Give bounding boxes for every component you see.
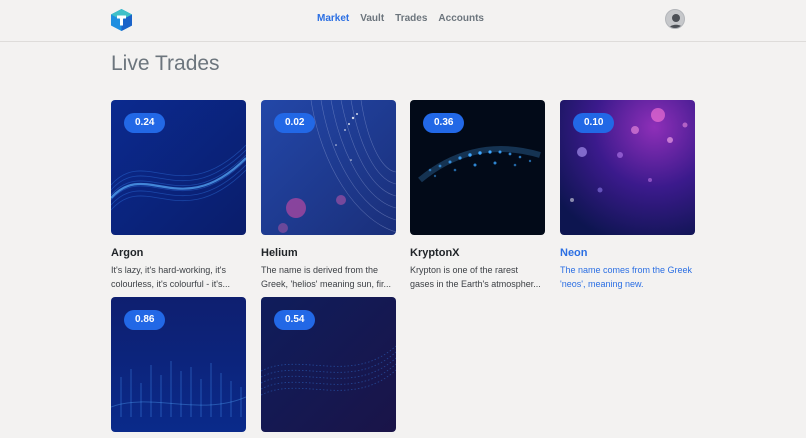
card-description: It's lazy, it's hard-working, it's colou… <box>111 265 230 289</box>
nav-market[interactable]: Market <box>317 13 349 24</box>
page-title: Live Trades <box>111 52 220 75</box>
price-badge: 0.02 <box>274 113 316 133</box>
nav-accounts[interactable]: Accounts <box>438 13 484 24</box>
top-navbar: Market Vault Trades Accounts <box>0 0 806 42</box>
card-title: KryptonX <box>410 247 460 259</box>
trade-card-6[interactable]: 0.54 <box>261 297 396 432</box>
user-avatar-icon[interactable] <box>665 9 685 29</box>
price-badge: 0.10 <box>573 113 615 133</box>
card-image: 0.36 <box>410 100 545 235</box>
card-description: The name comes from the Greek 'neos', me… <box>560 265 693 289</box>
card-description: The name is derived from the Greek, 'hel… <box>261 265 391 289</box>
cube-logo-icon[interactable] <box>111 9 132 31</box>
trade-card-helium[interactable]: 0.02 Helium The name is derived from the… <box>261 100 396 291</box>
price-badge: 0.86 <box>124 310 166 330</box>
card-title: Helium <box>261 247 298 259</box>
trade-card-kryptonx[interactable]: 0.36 KryptonX Krypton is one of the rare… <box>410 100 545 291</box>
trade-card-neon[interactable]: 0.10 Neon The name comes from the Greek … <box>560 100 695 291</box>
nav-vault[interactable]: Vault <box>360 13 384 24</box>
card-image: 0.10 <box>560 100 695 235</box>
card-image: 0.02 <box>261 100 396 235</box>
trade-card-5[interactable]: 0.86 <box>111 297 246 432</box>
price-badge: 0.24 <box>124 113 166 133</box>
card-title: Neon <box>560 247 588 259</box>
main-nav: Market Vault Trades Accounts <box>317 13 484 24</box>
price-badge: 0.54 <box>274 310 316 330</box>
card-title: Argon <box>111 247 144 259</box>
nav-trades[interactable]: Trades <box>395 13 427 24</box>
card-image: 0.24 <box>111 100 246 235</box>
card-image: 0.54 <box>261 297 396 432</box>
trade-card-argon[interactable]: 0.24 Argon It's lazy, it's hard-working,… <box>111 100 246 291</box>
price-badge: 0.36 <box>423 113 465 133</box>
card-image: 0.86 <box>111 297 246 432</box>
card-description: Krypton is one of the rarest gases in th… <box>410 265 541 289</box>
